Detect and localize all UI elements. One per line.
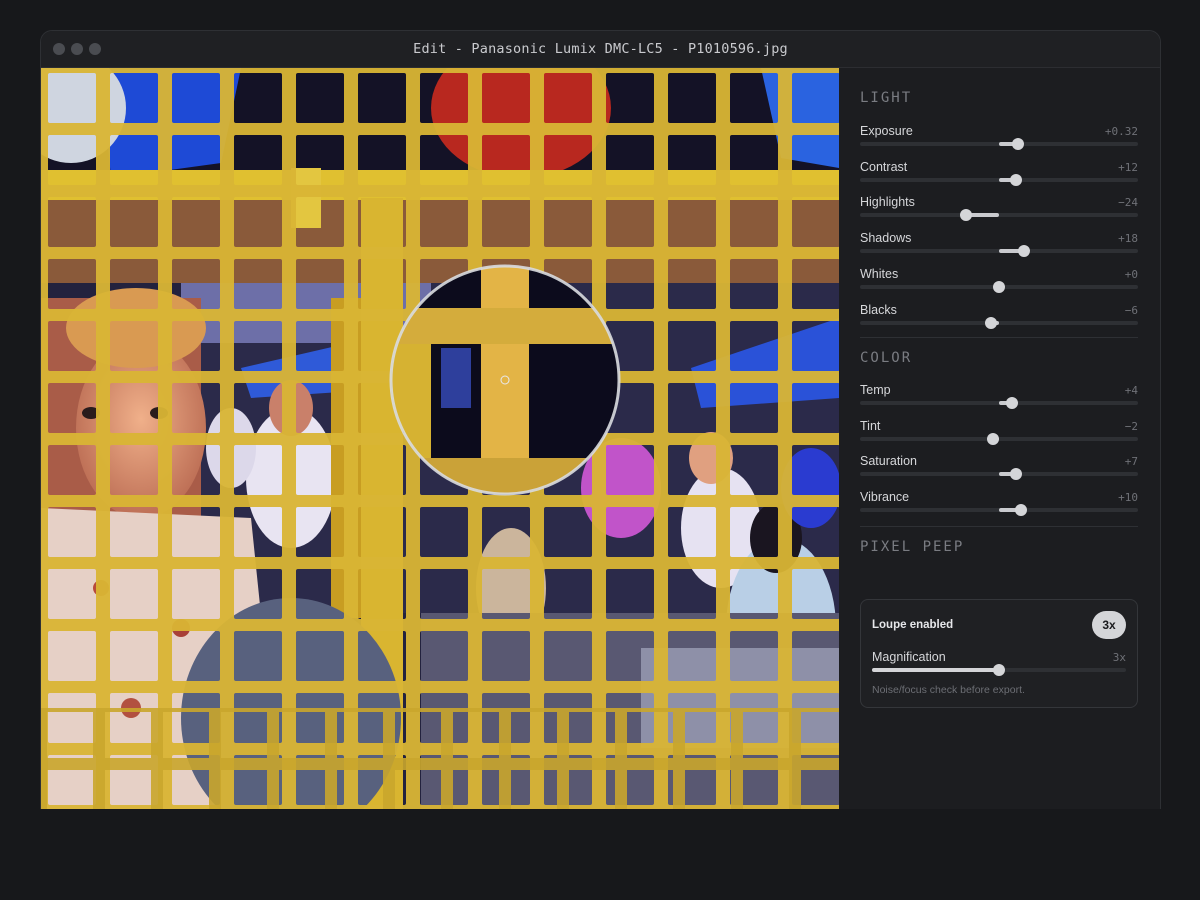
slider-track[interactable] [860, 432, 1138, 445]
magnification-label: Magnification [872, 650, 946, 664]
slider-thumb[interactable] [1015, 504, 1028, 517]
photo-canvas[interactable] [41, 68, 839, 809]
slider-label: Exposure [860, 124, 913, 138]
slider-thumb[interactable] [1005, 397, 1018, 409]
slider-label: Whites [860, 266, 899, 281]
slider-label: Blacks [860, 302, 897, 317]
slider-value: −2 [1124, 419, 1138, 433]
slider-track[interactable] [860, 138, 1138, 150]
slider-label: Vibrance [860, 490, 910, 505]
slider-saturation[interactable]: Saturation +7 [860, 454, 1138, 484]
slider-blacks[interactable]: Blacks −6 [860, 303, 1138, 333]
slider-shadows[interactable]: Shadows +18 [860, 231, 1138, 261]
adjustments-panel: LIGHT Exposure +0.32 Contrast +12 Highlights… [839, 68, 1160, 809]
magnification-thumb[interactable] [993, 664, 1005, 676]
slider-temp[interactable]: Temp +4 [860, 383, 1138, 413]
section-title-pixel-peep: PIXEL PEEP [860, 539, 965, 555]
slider-value: −24 [1118, 196, 1138, 210]
slider-tint[interactable]: Tint −2 [860, 419, 1138, 449]
slider-highlights[interactable]: Highlights −24 [860, 195, 1138, 225]
slider-thumb[interactable] [993, 280, 1005, 293]
slider-vibrance[interactable]: Vibrance +10 [860, 490, 1138, 520]
slider-label: Contrast [860, 159, 908, 174]
slider-label: Temp [860, 383, 891, 397]
slider-thumb[interactable] [987, 432, 1000, 445]
slider-track[interactable] [860, 316, 1138, 329]
loupe-enabled-label: Loupe enabled [872, 619, 954, 631]
slider-contrast[interactable]: Contrast +12 [860, 160, 1138, 190]
divider [860, 526, 1138, 527]
magnification-track[interactable] [872, 664, 1126, 676]
magnification-fill [872, 668, 999, 672]
section-title-color: COLOR [860, 350, 913, 366]
slider-track[interactable] [860, 397, 1138, 409]
magnification-slider[interactable]: Magnification 3x [872, 650, 1126, 676]
slider-value: +7 [1124, 455, 1138, 469]
slider-value: +10 [1118, 491, 1138, 505]
photo-image [41, 68, 839, 809]
magnification-value: 3x [1112, 651, 1126, 664]
slider-value: +12 [1118, 160, 1138, 174]
section-title-light: LIGHT [860, 90, 913, 106]
slider-label: Highlights [860, 195, 915, 210]
title-bar: Edit - Panasonic Lumix DMC-LC5 - P101059… [41, 31, 1160, 68]
slider-thumb[interactable] [1009, 173, 1022, 186]
slider-whites[interactable]: Whites +0 [860, 267, 1138, 297]
slider-thumb[interactable] [1018, 245, 1031, 258]
slider-track[interactable] [860, 504, 1138, 517]
window-title: Edit - Panasonic Lumix DMC-LC5 - P101059… [413, 41, 788, 57]
slider-label: Shadows [860, 231, 912, 246]
slider-label: Tint [860, 418, 881, 433]
slider-value: +0 [1124, 267, 1138, 281]
slider-thumb[interactable] [1009, 468, 1022, 481]
slider-thumb[interactable] [984, 316, 997, 329]
divider [860, 337, 1138, 338]
slider-value: +0.32 [1104, 125, 1138, 138]
slider-label: Saturation [860, 454, 917, 469]
pixel-peep-card: Loupe enabled 3x Magnification 3x Noise/… [860, 599, 1138, 708]
slider-value: −6 [1124, 303, 1138, 317]
slider-exposure[interactable]: Exposure +0.32 [860, 124, 1138, 154]
slider-value: +18 [1118, 232, 1138, 246]
slider-track[interactable] [860, 468, 1138, 481]
editor-window: Edit - Panasonic Lumix DMC-LC5 - P101059… [40, 30, 1161, 809]
slider-track[interactable] [860, 173, 1138, 186]
slider-track[interactable] [860, 245, 1138, 258]
slider-track[interactable] [860, 280, 1138, 293]
pixel-peep-note: Noise/focus check before export. [872, 684, 1025, 696]
loupe-magnification-toggle[interactable]: 3x [1092, 611, 1126, 639]
slider-thumb[interactable] [959, 209, 972, 222]
slider-value: +4 [1124, 384, 1138, 397]
slider-thumb[interactable] [1012, 138, 1025, 150]
slider-track[interactable] [860, 209, 1138, 222]
